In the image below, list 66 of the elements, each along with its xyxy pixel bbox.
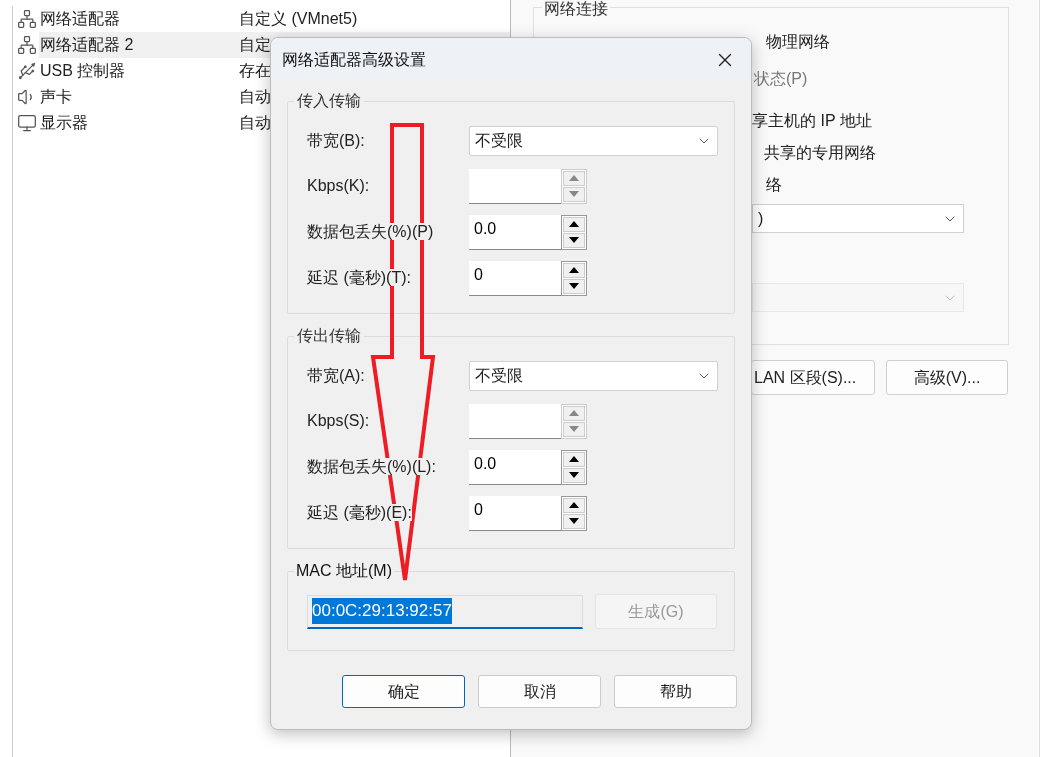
- down-triangle-icon: [569, 518, 579, 524]
- spin-down-button[interactable]: [563, 278, 585, 294]
- number-field[interactable]: 0.0: [469, 214, 561, 250]
- dropdown[interactable]: 不受限: [469, 125, 718, 156]
- number-field[interactable]: [469, 168, 561, 204]
- spin-up-button[interactable]: [563, 262, 585, 278]
- dialog-button[interactable]: 取消: [478, 675, 601, 708]
- field-label: 延迟 (毫秒)(T):: [307, 269, 411, 286]
- spin-buttons[interactable]: [561, 260, 587, 296]
- down-triangle-icon: [569, 426, 579, 432]
- field-label: Kbps(K):: [307, 177, 370, 194]
- down-triangle-icon: [569, 283, 579, 289]
- up-triangle-icon: [569, 267, 579, 273]
- down-triangle-icon: [569, 191, 579, 197]
- device-summary: 自定义 (VMnet5): [239, 9, 358, 29]
- spin-buttons[interactable]: [561, 449, 587, 485]
- dropdown[interactable]: 不受限: [469, 360, 718, 391]
- down-triangle-icon: [569, 237, 579, 243]
- spin-up-button[interactable]: [563, 451, 585, 467]
- number-field[interactable]: 0: [469, 495, 561, 531]
- field-label: 带宽(A):: [307, 366, 365, 384]
- spin-up-button[interactable]: [563, 216, 585, 232]
- field-label: 带宽(B):: [307, 131, 365, 149]
- spin-down-button[interactable]: [563, 513, 585, 529]
- device-name: 网络适配器 2: [40, 35, 135, 55]
- device-summary: 自动: [239, 113, 271, 133]
- up-triangle-icon: [569, 456, 579, 462]
- usb-icon: [17, 61, 37, 81]
- option-label[interactable]: 物理网络: [752, 26, 964, 58]
- dropdown[interactable]: ): [752, 204, 964, 233]
- dialog-button[interactable]: 确定: [342, 675, 465, 708]
- up-triangle-icon: [569, 502, 579, 508]
- device-name: 声卡: [40, 87, 73, 107]
- field-label: 延迟 (毫秒)(E):: [307, 504, 412, 521]
- network-icon: [17, 9, 37, 29]
- panel-button[interactable]: LAN 区段(S)...: [751, 360, 875, 395]
- device-summary: 自动: [239, 87, 271, 107]
- up-triangle-icon: [569, 175, 579, 181]
- device-summary: 存在: [239, 61, 271, 81]
- device-summary: 自定: [239, 35, 271, 55]
- spin-buttons[interactable]: [561, 214, 587, 250]
- option-label[interactable]: 享主机的 IP 地址: [752, 105, 964, 137]
- device-row[interactable]: 网络适配器 自定义 (VMnet5): [13, 6, 510, 32]
- option-label[interactable]: 络: [752, 169, 964, 201]
- up-triangle-icon: [569, 221, 579, 227]
- down-triangle-icon: [569, 472, 579, 478]
- spin-buttons[interactable]: [561, 495, 587, 531]
- field-label: 数据包丢失(%)(P): [307, 223, 434, 240]
- device-name: USB 控制器: [40, 61, 127, 81]
- monitor-icon: [17, 113, 37, 133]
- spin-up-button[interactable]: [563, 497, 585, 513]
- number-field[interactable]: 0.0: [469, 449, 561, 485]
- field-label: Kbps(S):: [307, 412, 370, 429]
- panel-button[interactable]: 高级(V)...: [886, 360, 1008, 395]
- device-name: 显示器: [40, 113, 89, 133]
- dialog-button[interactable]: 帮助: [614, 675, 737, 708]
- field-label: 数据包丢失(%)(L):: [307, 458, 436, 475]
- number-field[interactable]: 0: [469, 260, 561, 296]
- up-triangle-icon: [569, 410, 579, 416]
- device-name: 网络适配器: [40, 9, 121, 29]
- number-field[interactable]: [469, 403, 561, 439]
- spin-down-button[interactable]: [563, 232, 585, 248]
- mac-address-field[interactable]: 00:0C:29:13:92:57: [307, 594, 583, 629]
- spin-down-button[interactable]: [563, 467, 585, 483]
- option-label[interactable]: 共享的专用网络: [752, 137, 964, 169]
- network-icon: [17, 35, 37, 55]
